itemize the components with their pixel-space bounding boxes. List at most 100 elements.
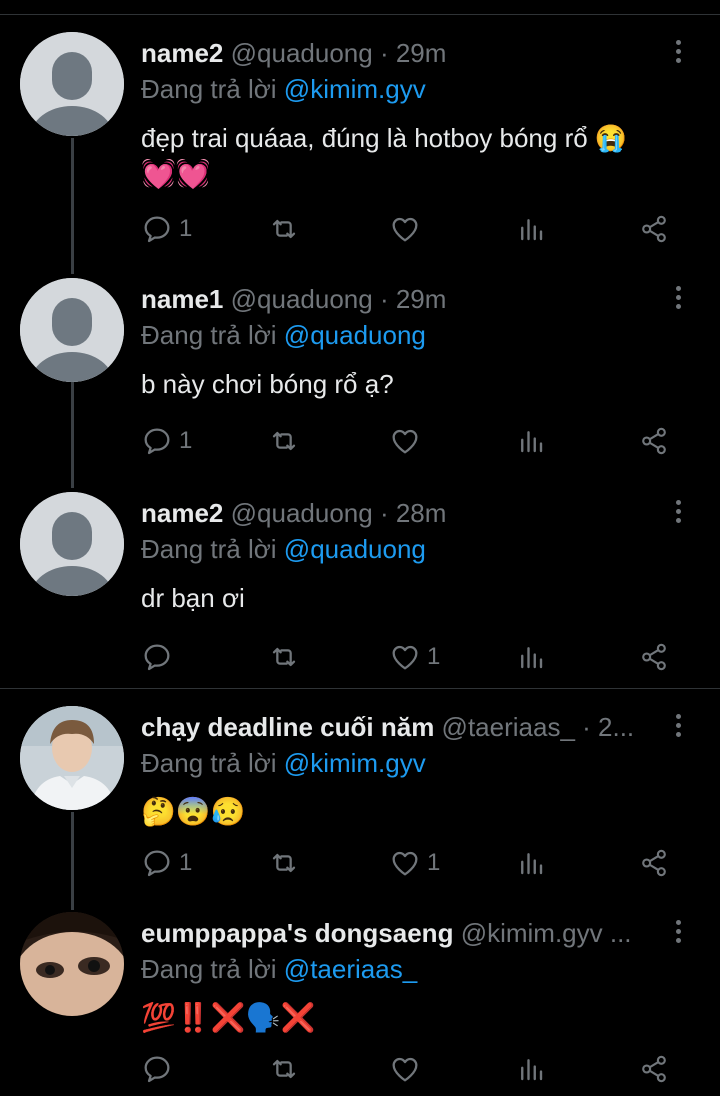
retweet-icon xyxy=(272,431,296,451)
like-count: 1 xyxy=(427,643,441,670)
reply-icon xyxy=(144,1056,170,1083)
handle[interactable]: @quaduong xyxy=(231,284,373,314)
tweet-actions: 1 1 xyxy=(0,846,720,880)
share-button[interactable] xyxy=(638,640,670,674)
tweet-text-line: đẹp trai quáaa, đúng là hotboy bóng rổ 😭 xyxy=(141,123,628,153)
like-button[interactable] xyxy=(389,1052,427,1086)
handle[interactable]: @kimim.gyv ... xyxy=(461,918,632,948)
retweet-button[interactable] xyxy=(266,212,302,246)
reply-icon xyxy=(144,216,170,243)
more-icon[interactable] xyxy=(668,284,688,312)
reply-button[interactable]: 1 xyxy=(141,424,192,458)
more-icon[interactable] xyxy=(668,712,688,740)
tweet-actions xyxy=(0,1052,720,1086)
handle[interactable]: @quaduong xyxy=(231,498,373,528)
views-button[interactable] xyxy=(516,424,546,458)
reply-prefix: Đang trả lời xyxy=(141,534,277,564)
display-name[interactable]: name1 xyxy=(141,284,223,314)
retweet-button[interactable] xyxy=(266,640,302,674)
display-name[interactable]: chạy deadline cuối năm xyxy=(141,712,434,742)
avatar[interactable] xyxy=(20,492,124,596)
share-icon xyxy=(642,849,666,877)
reply-prefix: Đang trả lời xyxy=(141,954,277,984)
reply-button[interactable] xyxy=(141,640,179,674)
views-icon xyxy=(521,1059,543,1081)
views-button[interactable] xyxy=(516,846,546,880)
top-divider xyxy=(0,14,720,15)
share-button[interactable] xyxy=(638,1052,670,1086)
timestamp[interactable]: · 29m xyxy=(380,284,446,314)
reply-mention[interactable]: @quaduong xyxy=(284,534,426,564)
avatar[interactable] xyxy=(20,32,124,136)
like-count: 1 xyxy=(427,849,441,876)
more-icon[interactable] xyxy=(668,918,688,946)
share-button[interactable] xyxy=(638,212,670,246)
retweet-icon xyxy=(272,1059,296,1079)
reply-mention[interactable]: @kimim.gyv xyxy=(284,74,426,104)
more-icon[interactable] xyxy=(668,38,688,66)
share-button[interactable] xyxy=(638,846,670,880)
retweet-icon xyxy=(272,853,296,873)
views-icon xyxy=(521,853,543,875)
reply-prefix: Đang trả lời xyxy=(141,74,277,104)
display-name[interactable]: eumppappa's dongsaeng xyxy=(141,918,453,948)
heart-icon xyxy=(392,429,418,454)
reply-icon xyxy=(144,850,170,877)
timestamp[interactable]: · 29m xyxy=(380,38,446,68)
like-button[interactable] xyxy=(389,424,427,458)
avatar[interactable] xyxy=(20,278,124,382)
views-icon xyxy=(521,431,543,453)
tweet-text-line: 💓💓 xyxy=(141,158,211,189)
reply-button[interactable]: 1 xyxy=(141,212,192,246)
display-name[interactable]: name2 xyxy=(141,498,223,528)
views-button[interactable] xyxy=(516,1052,546,1086)
avatar[interactable] xyxy=(20,912,124,1016)
thread-line xyxy=(71,138,74,274)
like-button[interactable]: 1 xyxy=(389,640,440,674)
share-button[interactable] xyxy=(638,424,670,458)
reply-mention[interactable]: @taeriaas_ xyxy=(284,954,417,984)
share-icon xyxy=(642,1055,666,1083)
like-button[interactable] xyxy=(389,212,427,246)
heart-icon xyxy=(392,217,418,242)
like-button[interactable]: 1 xyxy=(389,846,440,880)
timestamp[interactable]: · 2... xyxy=(582,712,634,742)
views-button[interactable] xyxy=(516,212,546,246)
reply-icon xyxy=(144,428,170,455)
reply-button[interactable] xyxy=(141,1052,179,1086)
tweet-actions: 1 xyxy=(0,640,720,674)
reply-count: 1 xyxy=(179,849,193,876)
heart-icon xyxy=(392,645,418,670)
reply-count: 1 xyxy=(179,215,193,242)
tweet-text: b này chơi bóng rổ ạ? xyxy=(141,369,394,399)
reply-button[interactable]: 1 xyxy=(141,846,192,880)
timestamp[interactable]: · 28m xyxy=(380,498,446,528)
more-icon[interactable] xyxy=(668,498,688,526)
display-name[interactable]: name2 xyxy=(141,38,223,68)
avatar[interactable] xyxy=(20,706,124,810)
views-icon xyxy=(521,647,543,669)
heart-icon xyxy=(392,851,418,876)
handle[interactable]: @quaduong xyxy=(231,38,373,68)
tweet-text: 🤔😨😥 xyxy=(141,796,246,827)
retweet-button[interactable] xyxy=(266,846,302,880)
profile-photo-icon xyxy=(20,706,124,810)
default-avatar-icon xyxy=(20,32,124,136)
conversation-divider xyxy=(0,688,720,689)
retweet-icon xyxy=(272,647,296,667)
profile-photo-icon xyxy=(20,912,124,1016)
reply-prefix: Đang trả lời xyxy=(141,748,277,778)
retweet-button[interactable] xyxy=(266,1052,302,1086)
share-icon xyxy=(642,643,666,671)
retweet-button[interactable] xyxy=(266,424,302,458)
reply-icon xyxy=(144,644,170,671)
tweet-text: dr bạn ơi xyxy=(141,583,245,613)
share-icon xyxy=(642,427,666,455)
views-button[interactable] xyxy=(516,640,546,674)
reply-prefix: Đang trả lời xyxy=(141,320,277,350)
handle[interactable]: @taeriaas_ xyxy=(442,712,575,742)
tweet-text: đẹp trai quáaa, đúng là hotboy bóng rổ 😭… xyxy=(141,120,661,192)
reply-mention[interactable]: @kimim.gyv xyxy=(284,748,426,778)
tweet-actions: 1 xyxy=(0,212,720,246)
reply-mention[interactable]: @quaduong xyxy=(284,320,426,350)
